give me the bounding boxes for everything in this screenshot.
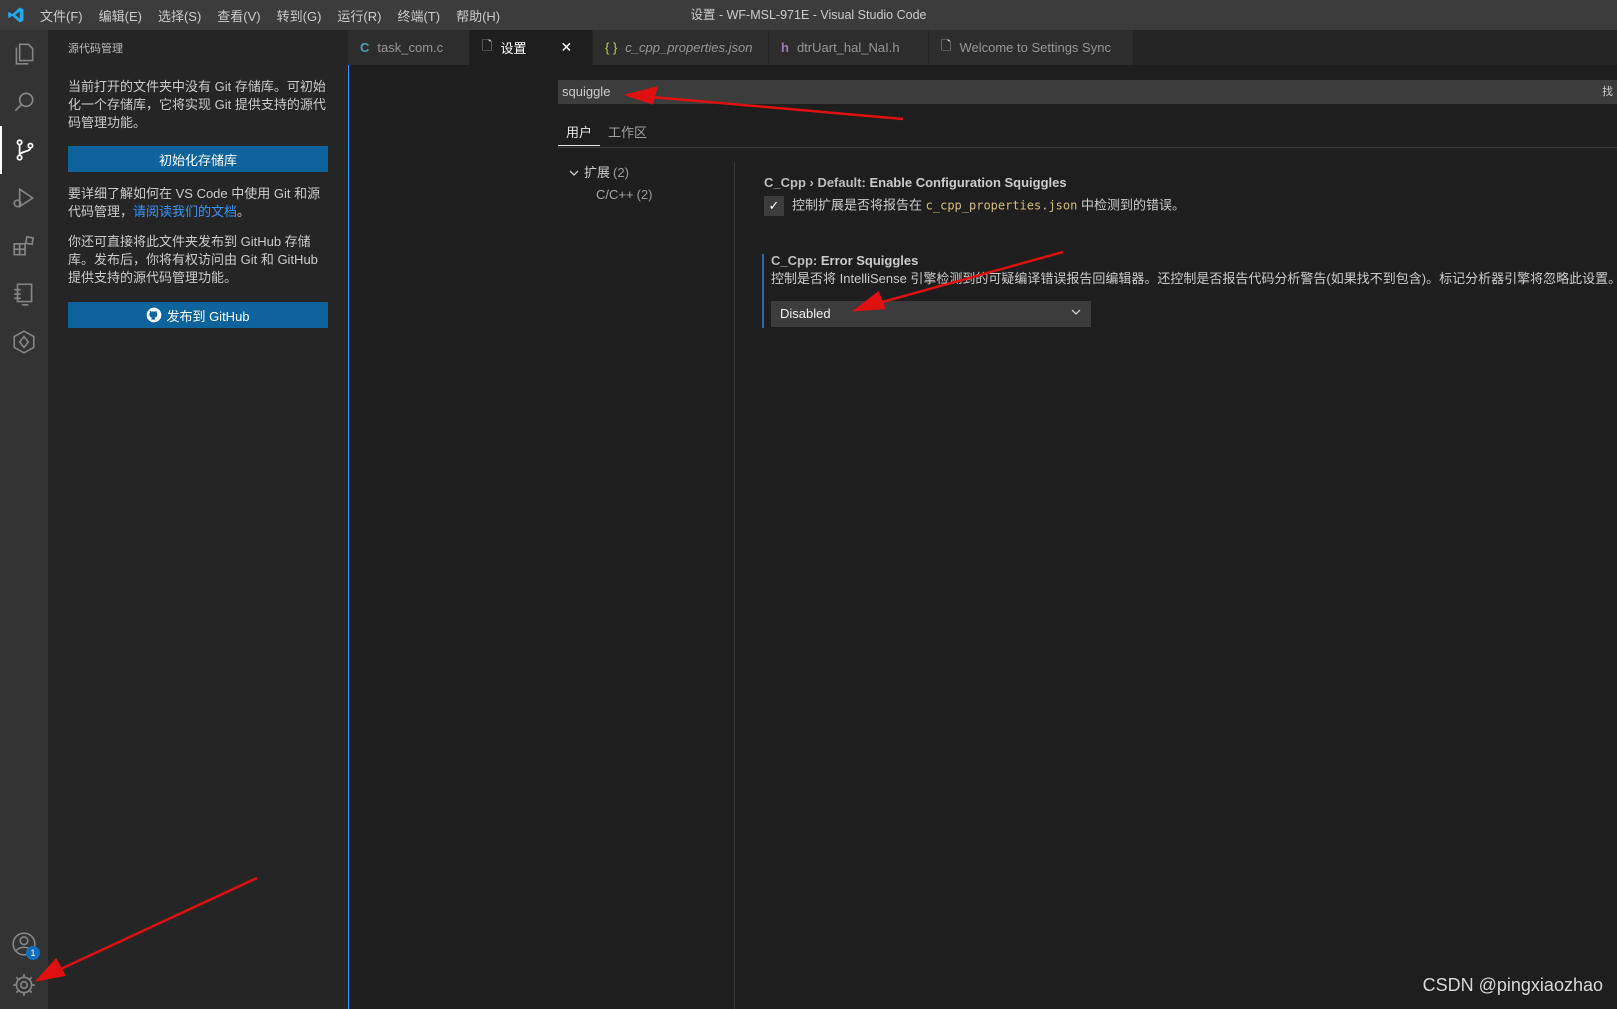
toc-extensions-label: 扩展 xyxy=(584,165,611,180)
divider xyxy=(734,162,735,1009)
watermark: CSDN @pingxiaozhao xyxy=(1422,975,1603,995)
publish-github-button[interactable]: 发布到 GitHub xyxy=(68,302,328,328)
setting-error-squiggles: C_Cpp: Error Squiggles 控制是否将 IntelliSens… xyxy=(771,252,1617,288)
setting-title: C_Cpp › Default: Enable Configuration Sq… xyxy=(764,174,1185,192)
tab-label: 设置 xyxy=(500,41,527,56)
tab-label: task_com.c xyxy=(377,40,444,55)
publish-message: 你还可直接将此文件夹发布到 GitHub 存储库。发布后，你将有权访问由 Git… xyxy=(68,234,318,285)
desc-code: c_cpp_properties.json xyxy=(925,198,1078,213)
dropdown-value: Disabled xyxy=(780,306,831,321)
tab-user[interactable]: 用户 xyxy=(558,118,601,146)
tab-workspace[interactable]: 工作区 xyxy=(600,118,655,146)
tab-settings[interactable]: 🗋 设置 ✕ xyxy=(470,30,593,65)
menu-run[interactable]: 运行(R) xyxy=(329,6,389,25)
search-icon[interactable] xyxy=(0,78,48,126)
run-debug-icon[interactable] xyxy=(0,174,48,222)
tab-task-com-c[interactable]: C task_com.c xyxy=(348,30,470,65)
title-bar: 文件(F) 编辑(E) 选择(S) 查看(V) 转到(G) 运行(R) 终端(T… xyxy=(0,0,1617,30)
chevron-down-icon xyxy=(569,170,579,176)
find-label: 找 xyxy=(1602,86,1613,98)
setting-category: C_Cpp: xyxy=(771,253,821,268)
source-control-sidebar: 源代码管理 当前打开的文件夹中没有 Git 存储库。可初始化一个存储库，它将实现… xyxy=(48,30,348,1009)
menu-file[interactable]: 文件(F) xyxy=(32,6,91,25)
toc-c-cpp-label: C/C++ xyxy=(596,187,634,202)
source-control-icon[interactable] xyxy=(0,126,48,174)
hexagon-extension-icon[interactable] xyxy=(0,318,48,366)
json-file-icon: { } xyxy=(605,40,618,55)
gear-icon[interactable] xyxy=(0,961,48,1009)
docs-link[interactable]: 请阅读我们的文档 xyxy=(133,204,237,219)
setting-description: ✓ 控制扩展是否将报告在 c_cpp_properties.json 中检测到的错… xyxy=(764,196,1185,216)
setting-title: C_Cpp: Error Squiggles xyxy=(771,252,1617,270)
chevron-down-icon xyxy=(1070,302,1082,326)
search-value: squiggle xyxy=(562,84,611,99)
menu-terminal[interactable]: 终端(T) xyxy=(389,6,448,25)
close-icon[interactable]: ✕ xyxy=(560,39,572,56)
tab-dtruart-hal[interactable]: h dtrUart_hal_NaI.h xyxy=(769,30,929,65)
github-icon xyxy=(147,307,162,323)
tab-c-cpp-properties[interactable]: { } c_cpp_properties.json xyxy=(593,30,769,65)
menu-edit[interactable]: 编辑(E) xyxy=(91,6,150,25)
tab-label: dtrUart_hal_NaI.h xyxy=(796,40,900,55)
toc-extensions[interactable]: 扩展 (2) xyxy=(568,162,652,184)
publish-github-label: 发布到 GitHub xyxy=(166,308,250,324)
focus-indicator xyxy=(762,254,764,328)
file-icon: 🗋 xyxy=(941,37,952,53)
menu-bar: 文件(F) 编辑(E) 选择(S) 查看(V) 转到(G) 运行(R) 终端(T… xyxy=(32,0,508,30)
no-repo-message: 当前打开的文件夹中没有 Git 存储库。可初始化一个存储库，它将实现 Git 提… xyxy=(68,79,326,130)
menu-help[interactable]: 帮助(H) xyxy=(448,6,508,25)
menu-selection[interactable]: 选择(S) xyxy=(150,6,209,25)
learn-more-text: 要详细了解如何在 VS Code 中使用 Git 和源代码管理，请阅读我们的文档… xyxy=(68,185,330,221)
tab-label: c_cpp_properties.json xyxy=(625,40,753,55)
divider xyxy=(558,147,1617,148)
extensions-icon[interactable] xyxy=(0,222,48,270)
error-squiggles-dropdown[interactable]: Disabled xyxy=(771,301,1091,327)
learn-more-suffix: 。 xyxy=(237,204,251,219)
setting-description: 控制是否将 IntelliSense 引擎检测到的可疑编译错误报告回编辑器。还控… xyxy=(771,271,1617,286)
init-repo-button[interactable]: 初始化存储库 xyxy=(68,146,328,172)
setting-name: Enable Configuration Squiggles xyxy=(869,175,1067,190)
setting-name: Error Squiggles xyxy=(820,253,919,268)
toc-c-cpp-count: (2) xyxy=(636,187,653,202)
settings-search-input[interactable]: squiggle 找 xyxy=(558,80,1617,104)
desc-prefix: 控制扩展是否将报告在 xyxy=(792,197,923,213)
settings-scope-tabs: 用户 工作区 xyxy=(558,118,655,146)
file-icon: 🗋 xyxy=(482,37,493,53)
toc-c-cpp[interactable]: C/C++ (2) xyxy=(568,184,652,206)
menu-view[interactable]: 查看(V) xyxy=(209,6,268,25)
sidebar-header: 源代码管理 xyxy=(68,43,123,55)
activity-bar: 1 xyxy=(0,30,48,1009)
settings-toc: 扩展 (2) C/C++ (2) xyxy=(568,162,652,206)
setting-enable-configuration-squiggles: C_Cpp › Default: Enable Configuration Sq… xyxy=(764,174,1185,216)
editor-tabs: C task_com.c 🗋 设置 ✕ { } c_cpp_properties… xyxy=(348,30,1617,65)
desc-suffix: 中检测到的错误。 xyxy=(1080,197,1185,213)
accounts-badge: 1 xyxy=(26,946,40,960)
vscode-logo-icon xyxy=(0,0,32,30)
explorer-icon[interactable] xyxy=(0,30,48,78)
menu-go[interactable]: 转到(G) xyxy=(269,6,330,25)
header-file-icon: h xyxy=(781,40,789,55)
tab-welcome-settings-sync[interactable]: 🗋 Welcome to Settings Sync xyxy=(929,30,1134,65)
enable-squiggles-checkbox[interactable]: ✓ xyxy=(764,196,784,216)
toc-extensions-count: (2) xyxy=(613,165,629,180)
remote-explorer-icon[interactable] xyxy=(0,270,48,318)
tab-label: Welcome to Settings Sync xyxy=(959,40,1111,55)
setting-category: C_Cpp › Default: xyxy=(764,175,870,190)
c-file-icon: C xyxy=(360,40,370,55)
